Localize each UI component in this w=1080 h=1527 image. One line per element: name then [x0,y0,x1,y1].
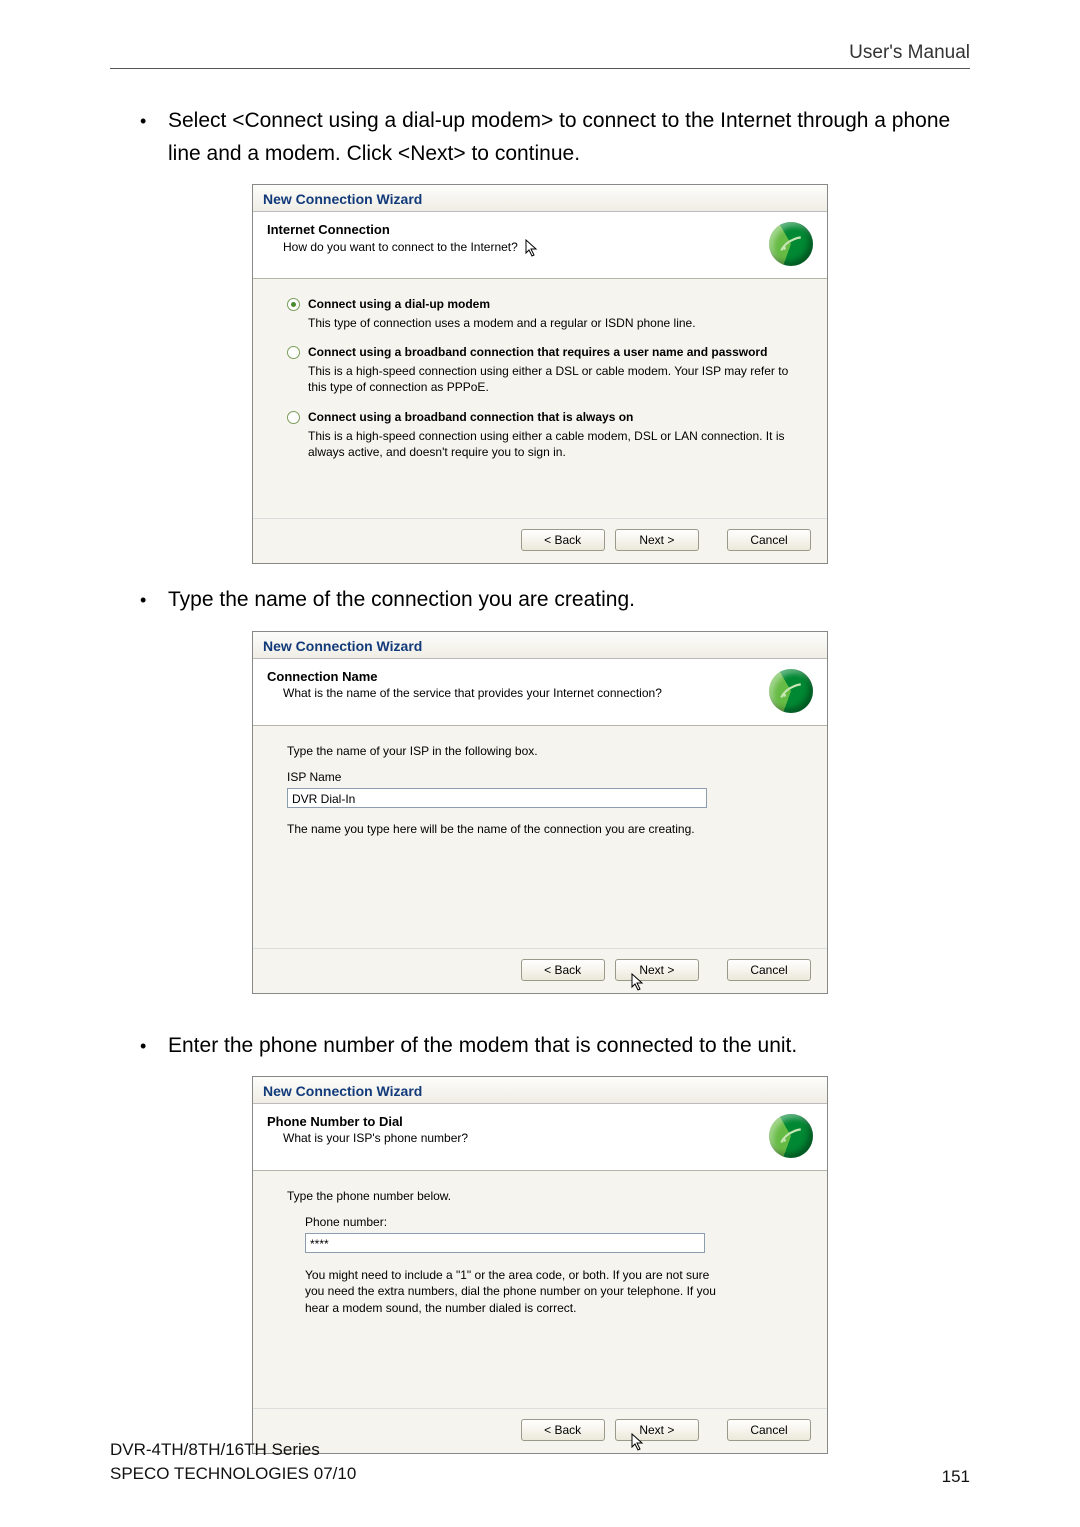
bullet-dot-icon: • [140,105,168,170]
wizard-heading: Internet Connection [267,222,759,237]
wizard-globe-icon [769,222,813,266]
wizard-header: Connection Name What is the name of the … [253,659,827,726]
instruction-bullet-3: • Enter the phone number of the modem th… [140,1030,970,1063]
wizard-globe-icon [769,669,813,713]
phone-number-label: Phone number: [305,1215,805,1229]
header-right: User's Manual [110,42,970,69]
wizard-internet-connection: New Connection Wizard Internet Connectio… [252,184,828,564]
cancel-button[interactable]: Cancel [727,529,811,551]
radio-unselected-icon [287,346,300,359]
cursor-arrow-icon [525,239,539,257]
next-button[interactable]: Next > [615,959,699,981]
footer-series: DVR-4TH/8TH/16TH Series [110,1438,356,1463]
wizard-titlebar: New Connection Wizard [253,185,827,212]
wizard-button-row: < Back Next > Cancel [253,948,827,993]
back-button[interactable]: < Back [521,529,605,551]
radio-desc-broadband-auth: This is a high-speed connection using ei… [308,363,805,395]
isp-name-input[interactable]: DVR Dial-In [287,788,707,808]
wizard-titlebar: New Connection Wizard [253,1077,827,1104]
page-footer: DVR-4TH/8TH/16TH Series SPECO TECHNOLOGI… [110,1438,970,1487]
wizard-subheading: What is your ISP's phone number? [267,1129,759,1145]
wizard-body: Type the name of your ISP in the followi… [253,726,827,948]
wizard-button-row: < Back Next > Cancel [253,518,827,563]
wizard-subheading: What is the name of the service that pro… [267,684,759,700]
cancel-button[interactable]: Cancel [727,959,811,981]
back-button[interactable]: < Back [521,959,605,981]
instruction-text-3: Enter the phone number of the modem that… [168,1030,970,1063]
next-button[interactable]: Next > [615,529,699,551]
phone-number-input[interactable]: **** [305,1233,705,1253]
instruction-text-2: Type the name of the connection you are … [168,584,970,617]
wizard-body: Type the phone number below. Phone numbe… [253,1171,827,1408]
wizard-phone-number: New Connection Wizard Phone Number to Di… [252,1076,828,1454]
wizard-body: Connect using a dial-up modem This type … [253,279,827,518]
wizard-header: Phone Number to Dial What is your ISP's … [253,1104,827,1171]
instruction-bullet-1: • Select <Connect using a dial-up modem>… [140,105,970,170]
wizard-heading: Phone Number to Dial [267,1114,759,1129]
radio-desc-dialup: This type of connection uses a modem and… [308,315,805,331]
radio-selected-icon [287,298,300,311]
wizard-note: The name you type here will be the name … [287,822,805,836]
radio-desc-broadband-on: This is a high-speed connection using ei… [308,428,805,460]
isp-name-label: ISP Name [287,770,805,784]
wizard-connection-name: New Connection Wizard Connection Name Wh… [252,631,828,994]
wizard-instruction: Type the name of your ISP in the followi… [287,744,805,758]
wizard-instruction: Type the phone number below. [287,1189,805,1203]
wizard-titlebar: New Connection Wizard [253,632,827,659]
wizard-header: Internet Connection How do you want to c… [253,212,827,279]
radio-option-broadband-on[interactable]: Connect using a broadband connection tha… [287,410,805,424]
radio-unselected-icon [287,411,300,424]
wizard-note: You might need to include a "1" or the a… [305,1267,725,1316]
wizard-subheading: How do you want to connect to the Intern… [267,237,759,257]
wizard-heading: Connection Name [267,669,759,684]
instruction-bullet-2: • Type the name of the connection you ar… [140,584,970,617]
instruction-text-1: Select <Connect using a dial-up modem> t… [168,105,970,170]
radio-option-broadband-auth[interactable]: Connect using a broadband connection tha… [287,345,805,359]
footer-company: SPECO TECHNOLOGIES 07/10 [110,1462,356,1487]
cursor-arrow-icon [631,973,645,995]
bullet-dot-icon: • [140,584,168,617]
radio-option-dialup[interactable]: Connect using a dial-up modem [287,297,805,311]
page-number: 151 [942,1467,970,1487]
bullet-dot-icon: • [140,1030,168,1063]
wizard-globe-icon [769,1114,813,1158]
